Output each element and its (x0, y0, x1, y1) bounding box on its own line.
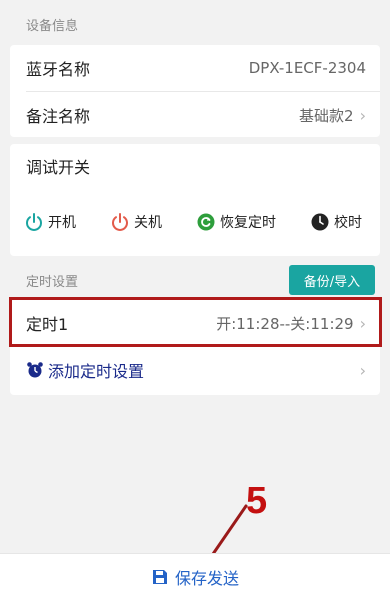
debug-switch-row: 开机 关机 恢复定时 校时 (10, 194, 380, 250)
note-name-value: 基础款2 (299, 106, 354, 125)
chevron-right-icon: › (359, 360, 366, 380)
timer-1-label: 定时1 (26, 315, 69, 334)
alarm-clock-icon (27, 362, 43, 378)
device-info-title: 设备信息 (26, 18, 79, 34)
timer-1-value-wrap: 开:11:28--关:11:29 › (216, 313, 366, 334)
backup-import-button[interactable]: 备份/导入 (289, 265, 375, 295)
timer-settings-header: 定时设置 (0, 264, 78, 296)
debug-switch-card: 调试开关 开机 关机 恢复定时 校时 (10, 144, 380, 256)
power-on-button[interactable]: 开机 (24, 212, 76, 232)
restore-timer-label: 恢复定时 (220, 215, 276, 231)
calibrate-time-label: 校时 (334, 215, 362, 231)
timer-1-row[interactable]: 定时1 开:11:28--关:11:29 › (10, 300, 380, 346)
timer-1-value: 开:11:28--关:11:29 (216, 314, 354, 333)
save-send-button[interactable]: 保存发送 (0, 553, 390, 600)
save-icon (152, 570, 167, 584)
timer-settings-card: 定时1 开:11:28--关:11:29 › 添加定时设置 › (10, 300, 380, 395)
device-info-card: 蓝牙名称 DPX-1ECF-2304 备注名称 基础款2 › (10, 45, 380, 137)
power-off-label: 关机 (134, 215, 162, 231)
chevron-right-icon: › (359, 105, 366, 125)
add-timer-label: 添加定时设置 (48, 362, 145, 381)
add-timer-row[interactable]: 添加定时设置 › (10, 347, 380, 393)
debug-title: 调试开关 (26, 158, 91, 177)
clock-icon (311, 213, 329, 231)
device-info-header: 设备信息 (0, 8, 78, 40)
step-number: 5 (246, 480, 268, 522)
power-off-button[interactable]: 关机 (110, 212, 162, 232)
note-name-row[interactable]: 备注名称 基础款2 › (10, 92, 380, 138)
power-on-label: 开机 (48, 215, 76, 231)
bluetooth-name-value: DPX-1ECF-2304 (248, 59, 366, 77)
debug-title-row: 调试开关 (10, 144, 380, 188)
chevron-right-icon: › (359, 313, 366, 333)
note-name-label: 备注名称 (26, 107, 91, 126)
note-name-value-wrap: 基础款2 › (299, 105, 366, 126)
add-timer-wrap: 添加定时设置 (26, 358, 144, 382)
bluetooth-name-label: 蓝牙名称 (26, 60, 91, 79)
power-icon (26, 213, 42, 231)
save-send-label: 保存发送 (174, 569, 239, 588)
timer-settings-title: 定时设置 (26, 274, 79, 290)
power-icon (112, 213, 128, 231)
bluetooth-name-row: 蓝牙名称 DPX-1ECF-2304 (10, 45, 380, 91)
calibrate-time-button[interactable]: 校时 (310, 212, 362, 232)
restore-timer-button[interactable]: 恢复定时 (196, 212, 276, 232)
refresh-icon (197, 213, 215, 231)
